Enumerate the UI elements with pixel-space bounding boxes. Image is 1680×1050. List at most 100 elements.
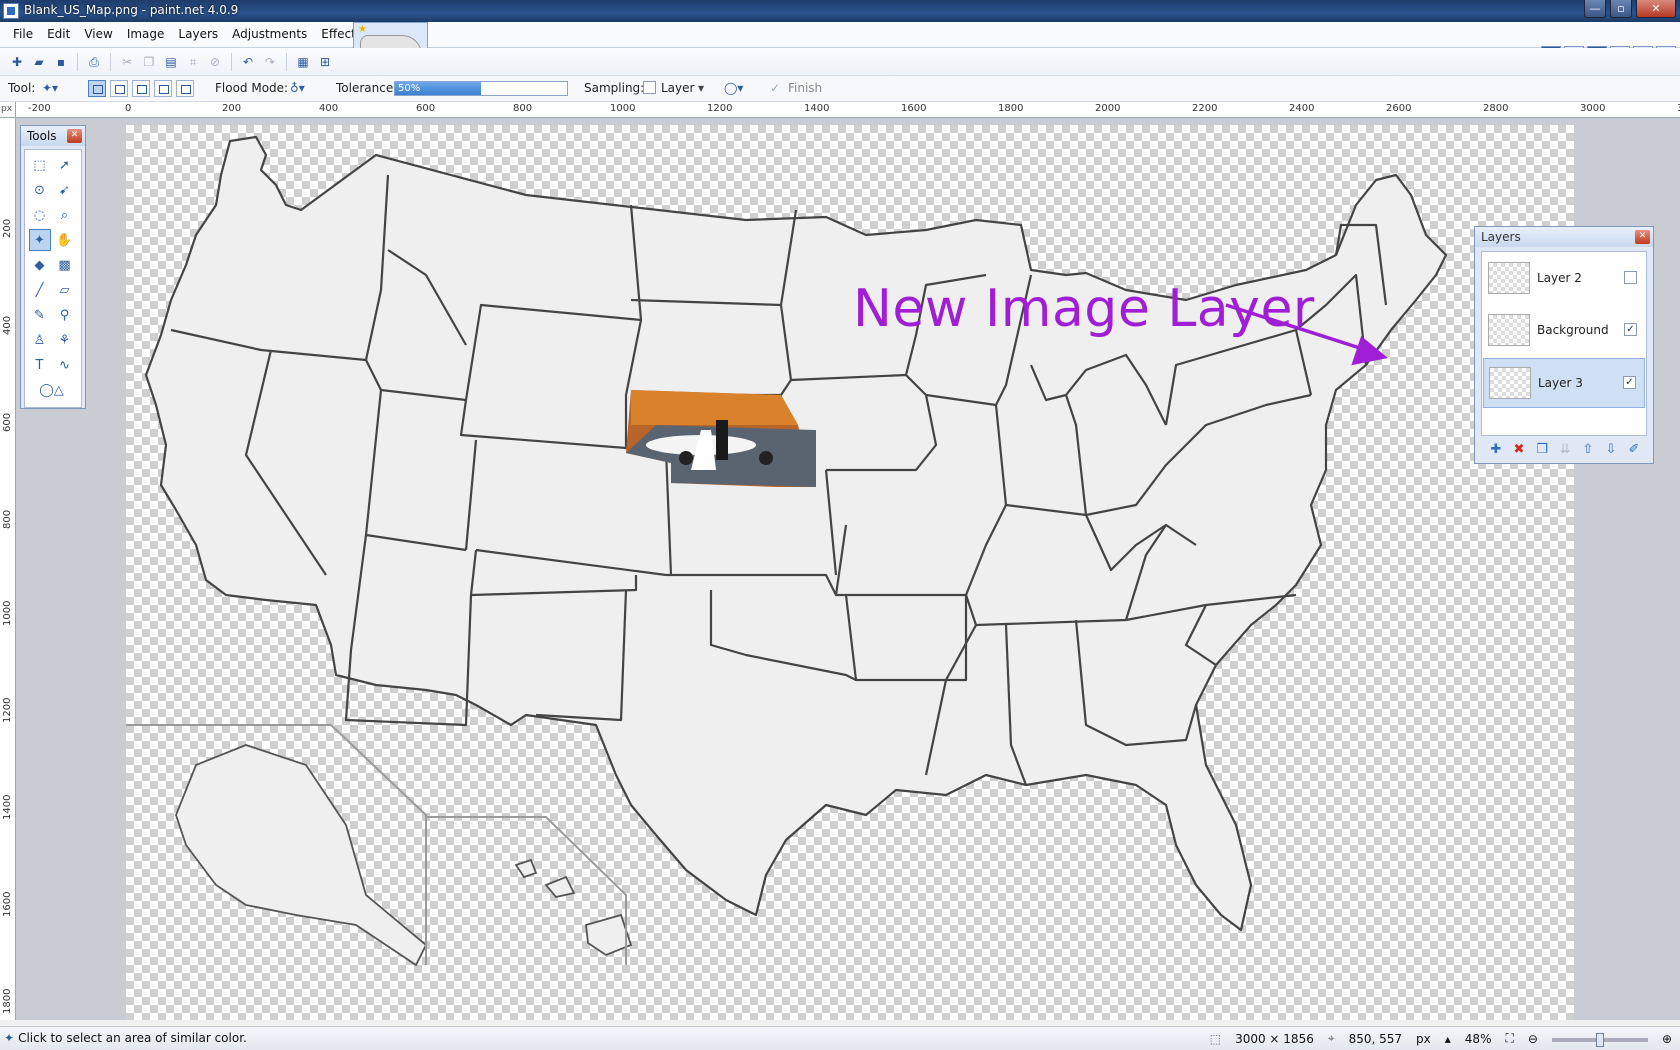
zoom-to-window-icon[interactable]: ⛶	[1505, 1031, 1513, 1046]
flood-mode-dropdown-icon[interactable]: ♁▾	[290, 81, 305, 95]
open-folder-icon[interactable]: ▰	[30, 53, 48, 71]
zoom-level[interactable]: 48%	[1465, 1032, 1492, 1046]
layer-name: Background	[1537, 323, 1609, 337]
ellipse-select-tool-icon[interactable]: ◌	[29, 204, 51, 226]
menu-file[interactable]: File	[6, 27, 40, 41]
layer-properties-icon[interactable]: ✐	[1625, 441, 1643, 459]
gradient-tool-icon[interactable]: ▩	[54, 254, 76, 276]
merge-layer-down-icon[interactable]: ⇊	[1556, 441, 1574, 459]
status-hint: Click to select an area of similar color…	[18, 1031, 247, 1045]
ruler-tick-label: 1400	[2, 794, 13, 820]
layer-row-layer-2[interactable]: Layer 2	[1483, 254, 1645, 304]
move-selected-pixels-tool-icon[interactable]: ➚	[54, 154, 76, 176]
rectangle-select-tool-icon[interactable]: ⬚	[29, 154, 51, 176]
finish-button[interactable]: Finish	[788, 81, 822, 95]
zoom-out-icon[interactable]: ⊖	[1528, 1032, 1538, 1046]
paintbrush-tool-icon[interactable]: ╱	[29, 279, 51, 301]
layer-row-layer-3[interactable]: Layer 3 ✓	[1483, 358, 1645, 408]
lasso-select-tool-icon[interactable]: ⊙	[29, 179, 51, 201]
add-layer-icon[interactable]: ✚	[1487, 441, 1505, 459]
ruler-tick-label: 200	[2, 218, 13, 238]
print-icon[interactable]: ⎙	[85, 53, 103, 71]
selection-mode-union-button[interactable]	[110, 80, 128, 97]
move-layer-down-icon[interactable]: ⇩	[1602, 441, 1620, 459]
layer-visibility-checkbox[interactable]: ✓	[1624, 323, 1637, 336]
layers-window-title: Layers	[1481, 230, 1521, 244]
color-picker-tool-icon[interactable]: ⚲	[54, 304, 76, 326]
new-file-icon[interactable]: ✚	[8, 53, 26, 71]
pencil-tool-icon[interactable]: ✎	[29, 304, 51, 326]
paste-icon[interactable]: ▤	[162, 53, 180, 71]
paint-bucket-tool-icon[interactable]: ◆	[29, 254, 51, 276]
contiguous-us-outline	[144, 135, 1448, 932]
minimize-button[interactable]: —	[1584, 0, 1606, 18]
ruler-tick-label: 1600	[901, 103, 927, 114]
close-button[interactable]: ✕	[1636, 0, 1676, 18]
menu-image[interactable]: Image	[120, 27, 172, 41]
ruler-unit: px	[0, 102, 16, 118]
undo-icon[interactable]: ↶	[239, 53, 257, 71]
magic-wand-icon[interactable]: ✦▾	[42, 81, 58, 95]
flood-mode-label: Flood Mode:	[215, 81, 289, 95]
tools-window-close-icon[interactable]: ✕	[67, 129, 82, 143]
menu-view[interactable]: View	[77, 27, 119, 41]
image-canvas[interactable]	[126, 125, 1574, 1020]
selection-mode-exclude-button[interactable]	[132, 80, 150, 97]
cut-icon[interactable]: ✂	[118, 53, 136, 71]
ruler-tick-label: 1200	[2, 697, 13, 723]
image-size: 3000 × 1856	[1235, 1031, 1314, 1046]
crop-icon[interactable]: ⌗	[184, 53, 202, 71]
move-selection-tool-icon[interactable]: ➹	[54, 179, 76, 201]
vertical-ruler[interactable]: 200 400 600 800 1000 1200 1400 1600 1800	[0, 118, 16, 1020]
layer-row-background[interactable]: Background ✓	[1483, 306, 1645, 356]
magic-wand-tool-icon[interactable]: ✦	[28, 229, 51, 251]
menu-edit[interactable]: Edit	[40, 27, 77, 41]
text-tool-icon[interactable]: T	[29, 354, 51, 376]
pan-hand-tool-icon[interactable]: ✋	[54, 229, 76, 251]
rulers-toggle-icon[interactable]: ⊞	[316, 53, 334, 71]
sampling-dropdown[interactable]: Layer	[661, 81, 694, 95]
menu-layers[interactable]: Layers	[171, 27, 225, 41]
layer-name: Layer 2	[1537, 271, 1582, 285]
move-layer-up-icon[interactable]: ⇧	[1579, 441, 1597, 459]
copy-icon[interactable]: ❐	[140, 53, 158, 71]
selection-mode-intersect-button[interactable]	[154, 80, 172, 97]
delete-layer-icon[interactable]: ✖	[1510, 441, 1528, 459]
window-title: Blank_US_Map.png - paint.net 4.0.9	[24, 3, 239, 17]
layers-window-close-icon[interactable]: ✕	[1635, 230, 1650, 244]
shapes-tool-icon[interactable]: ◯△	[29, 379, 75, 401]
tolerance-value: 50%	[395, 82, 481, 95]
zoom-tool-icon[interactable]: ⌕	[54, 204, 76, 226]
redo-icon[interactable]: ↷	[261, 53, 279, 71]
layer-visibility-checkbox[interactable]: ✓	[1623, 376, 1636, 389]
zoom-in-icon[interactable]: ⊕	[1662, 1032, 1672, 1046]
selection-mode-invert-button[interactable]	[176, 80, 194, 97]
menu-adjustments[interactable]: Adjustments	[225, 27, 314, 41]
duplicate-layer-icon[interactable]: ❐	[1533, 441, 1551, 459]
recolor-tool-icon[interactable]: ⚘	[54, 329, 76, 351]
deselect-icon[interactable]: ⊘	[206, 53, 224, 71]
finish-check-icon[interactable]: ✓	[770, 81, 780, 95]
antialiasing-dropdown-icon[interactable]: ◯▾	[724, 81, 743, 95]
sampling-chevron-down-icon[interactable]: ▾	[698, 81, 704, 95]
horizontal-ruler[interactable]: -200 0 200 400 600 800 1000 1200 1400 1600 1800 200…	[16, 102, 1680, 118]
maximize-button[interactable]: ▫	[1610, 0, 1632, 18]
pixel-grid-icon[interactable]: ▦	[294, 53, 312, 71]
zoom-slider[interactable]	[1551, 1032, 1648, 1047]
zoom-slider-knob[interactable]	[1595, 1032, 1604, 1047]
eraser-tool-icon[interactable]: ▱	[54, 279, 76, 301]
ruler-tick-label: 400	[319, 103, 339, 114]
selection-mode-replace-button[interactable]	[88, 80, 106, 97]
layer-visibility-checkbox[interactable]	[1624, 271, 1637, 284]
line-curve-tool-icon[interactable]: ∿	[54, 354, 76, 376]
ruler-tick-label: 1000	[2, 600, 13, 626]
clone-stamp-tool-icon[interactable]: ♙	[29, 329, 51, 351]
canvas-workspace[interactable]	[16, 118, 1680, 1020]
sampling-layer-icon[interactable]	[643, 81, 656, 94]
tools-window: Tools ✕ ⬚ ➚ ⊙ ➹ ◌ ⌕ ✦ ✋ ◆ ▩ ╱ ▱ ✎ ⚲ ♙ ⚘ …	[20, 125, 86, 409]
units-dropdown[interactable]: px	[1416, 1032, 1431, 1046]
save-icon[interactable]: ▪	[52, 53, 70, 71]
zoom-dropdown-icon[interactable]: ▴	[1445, 1032, 1451, 1046]
paintnet-app-icon[interactable]	[3, 3, 19, 19]
tolerance-slider[interactable]: 50%	[394, 81, 568, 96]
